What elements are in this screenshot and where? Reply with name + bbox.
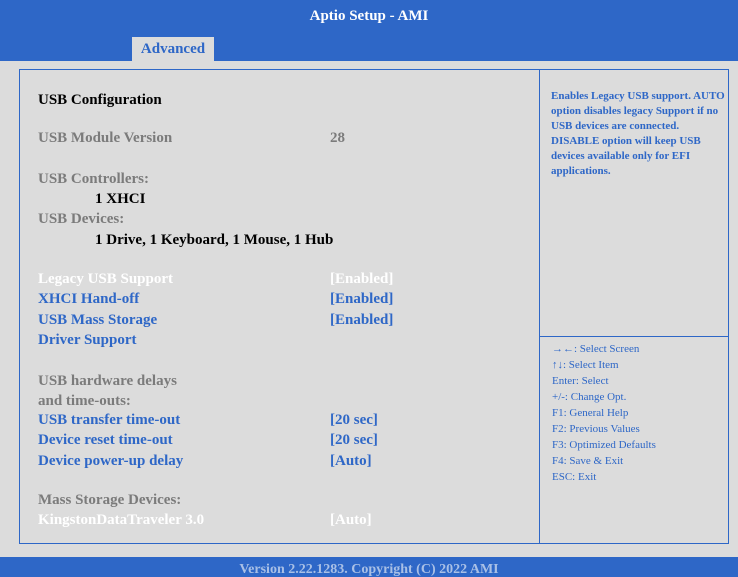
hardware-delays-heading: USB hardware delays [38, 373, 177, 389]
usb-mass-storage-label[interactable]: USB Mass Storage [38, 311, 157, 329]
device-reset-timeout-label[interactable]: Device reset time-out [38, 431, 173, 449]
usb-devices-value: 1 Drive, 1 Keyboard, 1 Mouse, 1 Hub [95, 232, 334, 248]
kingston-device-label[interactable]: KingstonDataTraveler 3.0 [38, 511, 204, 529]
usb-controllers-value: 1 XHCI [95, 191, 146, 207]
usb-transfer-timeout-label[interactable]: USB transfer time-out [38, 411, 180, 429]
tab-advanced[interactable]: Advanced [132, 37, 214, 61]
key-previous-values: F2: Previous Values [552, 423, 640, 435]
tab-bar [0, 33, 738, 61]
help-text: Enables Legacy USB support. AUTO option … [551, 90, 725, 177]
usb-controllers-label: USB Controllers: [38, 171, 149, 187]
footer-version: Version 2.22.1283. Copyright (C) 2022 AM… [0, 557, 738, 577]
key-save-exit: F4: Save & Exit [552, 455, 624, 467]
key-select-item: ↑↓: Select Item [552, 359, 619, 371]
device-reset-timeout-value[interactable]: [20 sec] [330, 431, 378, 449]
kingston-device-value[interactable]: [Auto] [330, 511, 372, 529]
mass-storage-devices-heading: Mass Storage Devices: [38, 492, 182, 508]
usb-transfer-timeout-value[interactable]: [20 sec] [330, 411, 378, 429]
legacy-usb-support-label[interactable]: Legacy USB Support [38, 270, 173, 288]
device-powerup-delay-value[interactable]: [Auto] [330, 452, 372, 470]
xhci-handoff-label[interactable]: XHCI Hand-off [38, 290, 139, 308]
key-change-option: +/-: Change Opt. [552, 391, 627, 403]
usb-module-version-value: 28 [330, 130, 345, 146]
usb-module-version-label: USB Module Version [38, 130, 173, 146]
legacy-usb-support-value[interactable]: [Enabled] [330, 270, 393, 288]
key-enter-select: Enter: Select [552, 375, 609, 387]
key-select-screen: →←: Select Screen [552, 343, 640, 355]
device-powerup-delay-label[interactable]: Device power-up delay [38, 452, 183, 470]
section-title: USB Configuration [38, 92, 162, 108]
xhci-handoff-value[interactable]: [Enabled] [330, 290, 393, 308]
help-divider [539, 69, 540, 544]
hardware-delays-heading-line2: and time-outs: [38, 393, 131, 409]
keys-divider [540, 336, 729, 337]
window-title: Aptio Setup - AMI [0, 0, 738, 33]
usb-mass-storage-label-line2[interactable]: Driver Support [38, 331, 136, 349]
usb-devices-label: USB Devices: [38, 211, 125, 227]
key-general-help: F1: General Help [552, 407, 629, 419]
key-optimized-defaults: F3: Optimized Defaults [552, 439, 656, 451]
usb-mass-storage-value[interactable]: [Enabled] [330, 311, 393, 329]
key-legend: →←: Select Screen ↑↓: Select Item Enter:… [552, 341, 728, 485]
key-exit: ESC: Exit [552, 471, 597, 483]
